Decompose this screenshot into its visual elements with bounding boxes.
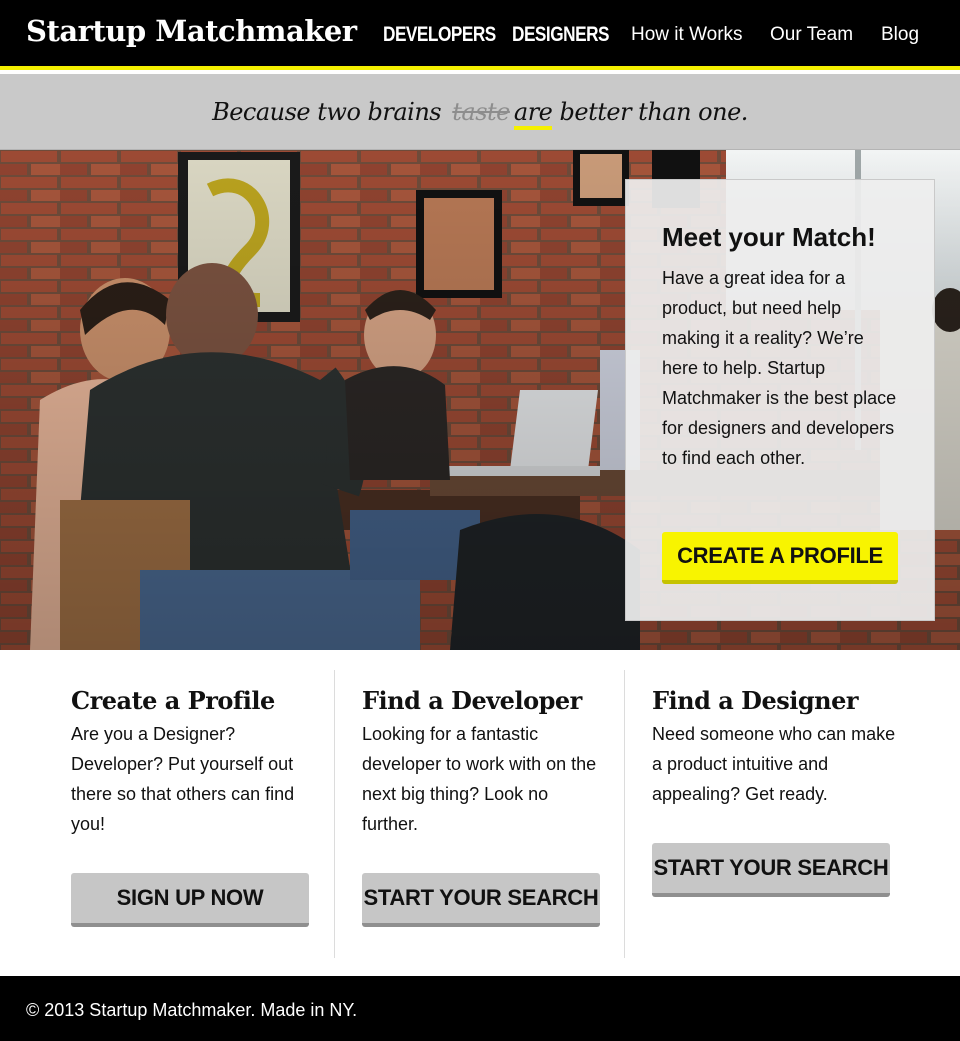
- feature-description: Need someone who can make a product intu…: [652, 724, 896, 804]
- site-footer: © 2013 Startup Matchmaker. Made in NY.: [0, 976, 960, 1041]
- hero-description: Have a great idea for a product, but nee…: [662, 268, 897, 468]
- feature-create-profile: Create a Profile Are you a Designer? Dev…: [44, 670, 334, 958]
- feature-title: Find a Designer: [652, 686, 859, 715]
- nav-blog[interactable]: Blog: [881, 24, 919, 46]
- tagline-start: Because two brains: [212, 97, 442, 126]
- nav-how-it-works[interactable]: How it Works: [631, 24, 743, 46]
- copyright-text: © 2013 Startup Matchmaker. Made in NY.: [26, 1000, 358, 1020]
- nav-developers[interactable]: DEVELOPERS: [383, 23, 496, 47]
- feature-description: Are you a Designer? Developer? Put yours…: [71, 724, 295, 834]
- sign-up-now-button[interactable]: SIGN UP NOW: [71, 873, 309, 927]
- start-developer-search-button[interactable]: START YOUR SEARCH: [362, 873, 600, 927]
- tagline-end: better than one.: [559, 97, 749, 126]
- tagline-underlined-word: are: [513, 97, 553, 130]
- site-header: Startup Matchmaker DEVELOPERS DESIGNERS …: [0, 0, 960, 70]
- feature-title: Find a Developer: [362, 686, 582, 715]
- feature-title: Create a Profile: [71, 686, 275, 715]
- hero-section: Meet your Match! Have a great idea for a…: [0, 150, 960, 650]
- tagline: Because two brains taste are better than …: [212, 97, 749, 130]
- nav-designers[interactable]: DESIGNERS: [512, 23, 609, 47]
- feature-find-developer: Find a Developer Looking for a fantastic…: [334, 670, 624, 958]
- features-section: Create a Profile Are you a Designer? Dev…: [0, 650, 960, 976]
- feature-find-designer: Find a Designer Need someone who can mak…: [624, 670, 914, 958]
- hero-title: Meet your Match!: [662, 222, 876, 252]
- main-nav: DEVELOPERS DESIGNERS How it Works Our Te…: [0, 23, 960, 48]
- meet-your-match-card: Meet your Match! Have a great idea for a…: [625, 179, 935, 621]
- tagline-struck-word: taste: [452, 97, 510, 126]
- tagline-bar: Because two brains taste are better than …: [0, 74, 960, 150]
- feature-description: Looking for a fantastic developer to wor…: [362, 724, 597, 834]
- start-designer-search-button[interactable]: START YOUR SEARCH: [652, 843, 890, 897]
- nav-our-team[interactable]: Our Team: [770, 24, 853, 46]
- create-profile-button[interactable]: CREATE A PROFILE: [662, 532, 898, 584]
